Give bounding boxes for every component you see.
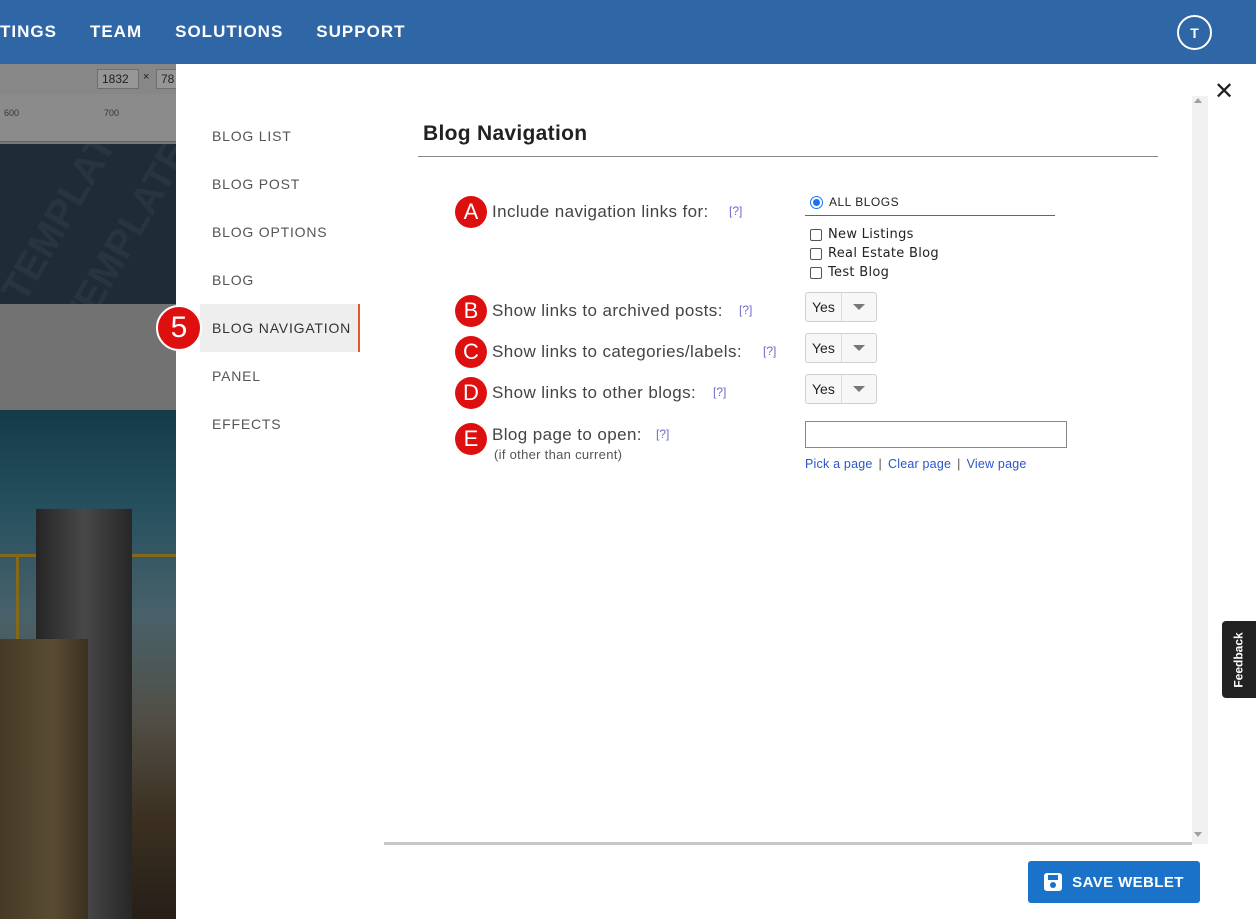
field-badge-d: D [455, 377, 487, 409]
nav-item-support[interactable]: SUPPORT [316, 22, 405, 42]
help-link-e[interactable]: [?] [656, 427, 669, 441]
scroll-up-arrow-icon[interactable] [1194, 98, 1202, 103]
checkbox-label: Real Estate Blog [828, 246, 939, 261]
checkbox-label: New Listings [828, 227, 914, 242]
nav-item-listings[interactable]: TINGS [0, 22, 57, 42]
link-separator: | [878, 457, 882, 471]
sidenav-item-blog-post[interactable]: BLOG POST [200, 160, 360, 208]
field-badge-a: A [455, 196, 487, 228]
link-separator: | [957, 457, 961, 471]
help-link-a[interactable]: [?] [729, 204, 742, 218]
chevron-down-icon[interactable] [841, 334, 876, 362]
blog-page-input[interactable] [805, 421, 1067, 448]
sidenav-item-blog-options[interactable]: BLOG OPTIONS [200, 208, 360, 256]
select-value: Yes [812, 299, 835, 315]
blog-page-sublabel: (if other than current) [494, 447, 623, 462]
sidenav-item-blog[interactable]: BLOG [200, 256, 360, 304]
content-scrollbar[interactable] [1192, 96, 1208, 844]
radio-button-icon[interactable] [810, 195, 823, 209]
sidenav-item-blog-list[interactable]: BLOG LIST [200, 112, 360, 160]
sidenav-item-blog-navigation[interactable]: BLOG NAVIGATION [200, 304, 360, 352]
field-badge-e: E [455, 423, 487, 455]
view-page-link[interactable]: View page [967, 457, 1027, 471]
categories-labels-select[interactable]: Yes [805, 333, 877, 363]
help-link-d[interactable]: [?] [713, 385, 726, 399]
title-divider [418, 156, 1158, 157]
close-icon[interactable]: ✕ [1212, 80, 1236, 104]
help-link-c[interactable]: [?] [763, 344, 776, 358]
include-nav-links-label: Include navigation links for: [492, 202, 709, 221]
select-value: Yes [812, 340, 835, 356]
radio-divider [805, 215, 1055, 216]
select-value: Yes [812, 381, 835, 397]
nav-item-team[interactable]: TEAM [90, 22, 142, 42]
checkbox-icon[interactable] [810, 228, 822, 241]
radio-all-blogs-label: ALL BLOGS [829, 195, 900, 209]
archived-posts-select[interactable]: Yes [805, 292, 877, 322]
top-nav-menu: TINGS TEAM SOLUTIONS SUPPORT [0, 0, 438, 64]
other-blogs-select[interactable]: Yes [805, 374, 877, 404]
user-avatar[interactable]: T [1177, 15, 1212, 50]
checkbox-new-listings[interactable]: New Listings [810, 227, 914, 242]
chevron-down-icon[interactable] [841, 293, 876, 321]
feedback-label: Feedback [1232, 631, 1247, 688]
step-badge: 5 [156, 305, 202, 351]
checkbox-label: Test Blog [828, 265, 890, 280]
field-badge-c: C [455, 336, 487, 368]
nav-item-solutions[interactable]: SOLUTIONS [175, 22, 283, 42]
save-weblet-button[interactable]: SAVE WEBLET [1028, 861, 1200, 903]
scroll-down-arrow-icon[interactable] [1194, 832, 1202, 837]
pick-page-link[interactable]: Pick a page [805, 457, 873, 471]
radio-all-blogs[interactable]: ALL BLOGS [810, 195, 899, 209]
field-badge-b: B [455, 295, 487, 327]
save-weblet-label: SAVE WEBLET [1072, 873, 1184, 891]
page-links: Pick a page | Clear page | View page [805, 457, 1027, 471]
other-blogs-label: Show links to other blogs: [492, 383, 697, 402]
checkbox-icon[interactable] [810, 266, 822, 279]
checkbox-real-estate-blog[interactable]: Real Estate Blog [810, 246, 939, 261]
content-bottom-divider [384, 842, 1192, 845]
checkbox-test-blog[interactable]: Test Blog [810, 265, 889, 280]
sidenav-item-effects[interactable]: EFFECTS [200, 400, 360, 448]
settings-sidenav: BLOG LIST BLOG POST BLOG OPTIONS BLOG BL… [200, 112, 360, 448]
save-disk-icon [1044, 873, 1063, 891]
sidenav-item-panel[interactable]: PANEL [200, 352, 360, 400]
chevron-down-icon[interactable] [841, 375, 876, 403]
archived-posts-label: Show links to archived posts: [492, 301, 723, 320]
categories-labels-label: Show links to categories/labels: [492, 342, 742, 361]
feedback-tab[interactable]: Feedback [1222, 621, 1256, 698]
panel-title: Blog Navigation [423, 122, 588, 145]
modal-overlay [0, 64, 176, 919]
help-link-b[interactable]: [?] [739, 303, 752, 317]
clear-page-link[interactable]: Clear page [888, 457, 951, 471]
checkbox-icon[interactable] [810, 247, 822, 260]
blog-page-label: Blog page to open: [492, 425, 642, 444]
